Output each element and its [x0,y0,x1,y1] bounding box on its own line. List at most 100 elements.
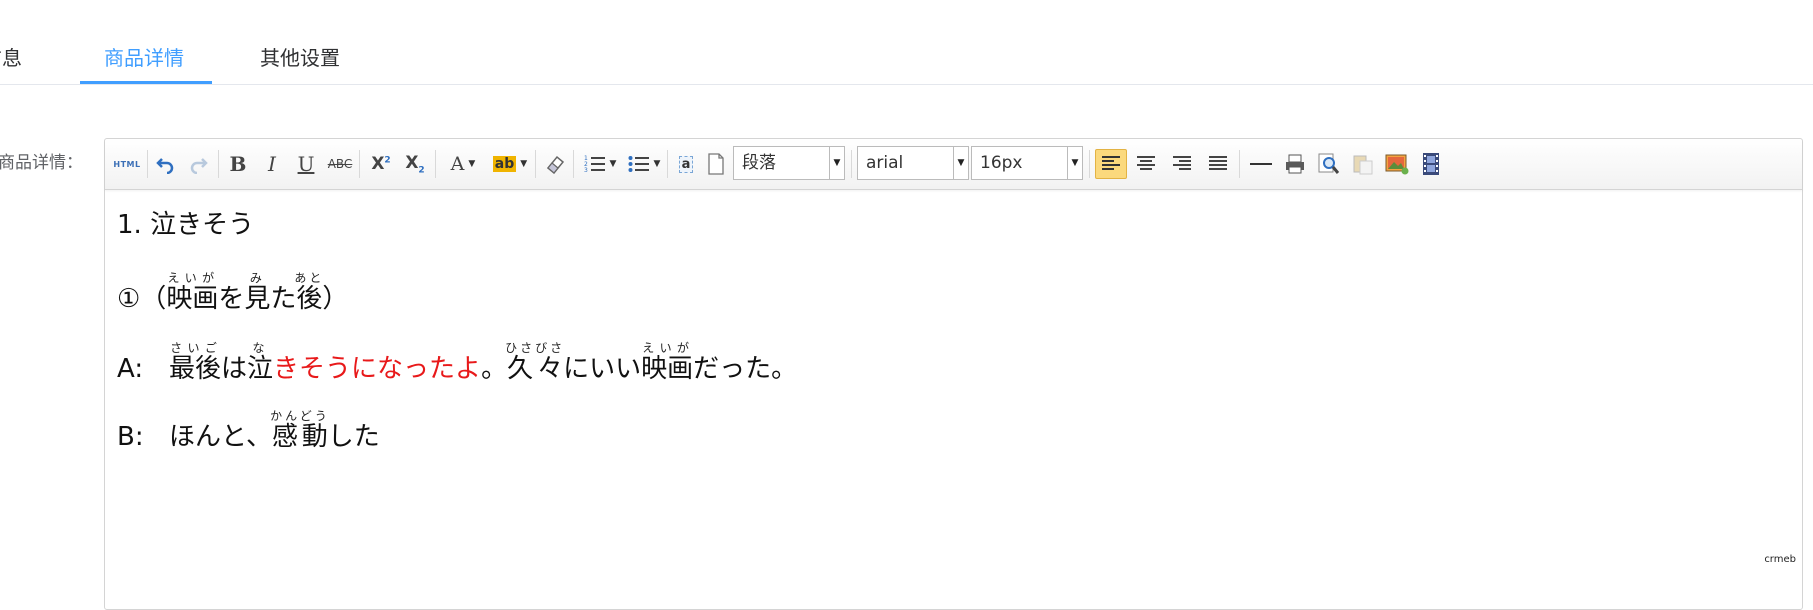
ruby-word: 久々ひさびさ [505,341,566,384]
tab-bar: 信息 商品详情 其他设置 [0,0,1813,85]
line3-text: は [221,354,248,384]
chevron-down-icon: ▼ [829,147,844,179]
chevron-down-icon: ▼ [468,159,476,169]
editor-toolbar: HTML B I U ABC X2 X2 A ▼ ab ▼ 1 2 3 ▼ ▼ … [105,139,1802,190]
underline-icon: U [297,152,315,176]
strikethrough-icon: ABC [327,157,353,171]
highlight-button[interactable]: ab ▼ [489,149,531,179]
html-icon: HTML [113,159,141,169]
align-right-icon [1173,156,1191,170]
active-tab-indicator [80,81,212,84]
horizontal-rule-button[interactable] [1247,149,1275,179]
eraser-icon [546,155,565,175]
ordered-list-icon: 123 [584,155,605,174]
redo-button[interactable] [185,149,211,179]
bold-button[interactable]: B [225,149,251,179]
speaker-a: A: [117,354,144,384]
chevron-down-icon: ▼ [520,159,528,169]
line3-text: にいい [563,354,642,384]
undo-icon [156,158,174,174]
line4-text: した [327,422,380,452]
print-button[interactable] [1281,149,1309,179]
speaker-b: B: [117,422,144,452]
paragraph-format-value: 段落 [742,153,776,173]
line4-text: ほんと、 [169,422,272,452]
anchor-button[interactable]: a [673,149,699,179]
font-color-icon: A [450,153,465,175]
svg-text:3: 3 [584,167,588,174]
ruby-word: 最後さいご [169,341,222,384]
subscript-icon: X2 [405,152,425,176]
unordered-list-button[interactable]: ▼ [623,149,665,179]
paste-button[interactable] [1349,149,1377,179]
chevron-down-icon: ▼ [653,159,661,169]
undo-button[interactable] [153,149,179,179]
ordered-list-button[interactable]: 123 ▼ [579,149,621,179]
ruby-word: 映画えいが [641,341,694,384]
underline-button[interactable]: U [293,149,319,179]
ruby-word: 泣な [247,341,274,384]
tab-product-details[interactable]: 商品详情 [104,38,184,78]
align-center-button[interactable] [1131,149,1161,179]
content-line-3: A: 最後さいごは泣なきそうになったよ。久々ひさびさにいい映画えいがだった。 [117,341,797,389]
bold-icon: B [229,152,247,176]
ruby-word: 後あと [294,271,325,314]
chevron-down-icon: ▼ [953,147,968,179]
line2-suffix: ） [322,284,349,314]
insert-video-button[interactable] [1417,149,1445,179]
align-center-icon [1137,156,1155,170]
subscript-button[interactable]: X2 [401,149,429,179]
preview-button[interactable] [1315,149,1343,179]
line2-text: た [270,284,297,314]
chevron-down-icon: ▼ [609,159,617,169]
align-right-button[interactable] [1167,149,1197,179]
anchor-icon: a [678,155,694,173]
font-size-value: 16px [980,153,1023,173]
font-family-select[interactable]: arial ▼ [857,146,969,180]
align-justify-button[interactable] [1203,149,1233,179]
content-line-1: 1. 泣きそう [117,205,254,245]
horizontal-rule-icon [1250,163,1272,165]
ruby-word: 映画えいが [166,271,219,314]
italic-button[interactable]: I [259,149,285,179]
superscript-button[interactable]: X2 [367,149,395,179]
line2-text: を [218,284,245,314]
font-family-value: arial [866,153,904,173]
print-icon [1286,154,1304,174]
tab-other-settings[interactable]: 其他设置 [260,38,340,78]
ruby-word: 見み [244,271,271,314]
content-line-2: ①（映画えいがを見みた後あと） [117,271,348,319]
strikethrough-button[interactable]: ABC [325,149,355,179]
paragraph-format-select[interactable]: 段落 ▼ [733,146,845,180]
paste-icon [1353,155,1373,175]
redo-icon [190,158,208,174]
insert-image-button[interactable] [1383,149,1411,179]
align-left-button[interactable] [1095,149,1127,179]
line3-text: だった。 [693,354,798,384]
superscript-icon: X2 [371,154,391,174]
line1-text: 1. 泣きそう [117,210,255,240]
html-source-button[interactable]: HTML [111,149,143,179]
font-size-select[interactable]: 16px ▼ [971,146,1083,180]
ruby-word: 感動かんどう [270,409,330,452]
form-label-product-details: 商品详情： [0,153,83,173]
tab-info[interactable]: 信息 [0,38,22,78]
image-icon [1385,154,1409,175]
align-left-icon [1102,156,1120,170]
content-line-4: B: ほんと、感動かんどうした [117,409,380,457]
italic-icon: I [268,152,276,176]
highlight-icon: ab [492,156,517,172]
editor-watermark-logo: crmeb [1764,554,1796,565]
video-icon [1423,153,1439,175]
clear-format-button[interactable] [541,149,569,179]
red-highlighted-text: きそうになったよ [273,354,482,384]
font-color-button[interactable]: A ▼ [443,149,483,179]
chevron-down-icon: ▼ [1067,147,1082,179]
preview-icon [1318,153,1340,174]
line2-prefix: ①（ [117,284,167,314]
page-break-button[interactable] [703,149,729,179]
line3-text: 。 [481,354,508,384]
align-justify-icon [1209,156,1227,170]
unordered-list-icon [628,156,649,172]
page-icon [708,153,724,175]
